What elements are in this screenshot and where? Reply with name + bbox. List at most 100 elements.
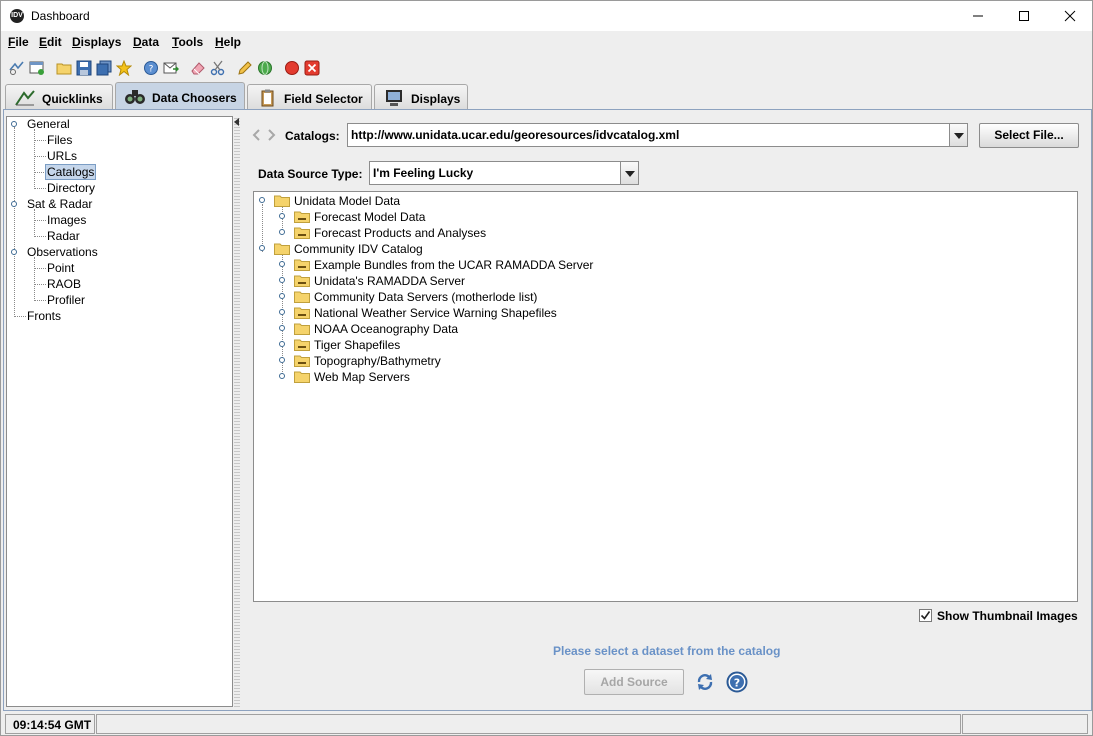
status-bar: 09:14:54 GMT bbox=[1, 713, 1092, 735]
tab-data-choosers[interactable]: Data Choosers bbox=[115, 82, 245, 110]
data-source-type-value: I'm Feeling Lucky bbox=[373, 166, 474, 180]
tree-node-radar[interactable]: Radar bbox=[47, 229, 80, 243]
menu-file[interactable]: File bbox=[8, 35, 29, 49]
tree-node-fronts[interactable]: Fronts bbox=[27, 309, 61, 323]
menu-help[interactable]: Help bbox=[215, 35, 241, 49]
catalog-node-community-idv-catalog[interactable]: Community IDV Catalog bbox=[294, 242, 423, 256]
catalog-node-web-map-servers[interactable]: Web Map Servers bbox=[314, 370, 410, 384]
svg-text:?: ? bbox=[734, 677, 740, 690]
tree-node-files[interactable]: Files bbox=[47, 133, 72, 147]
stop-record-icon[interactable] bbox=[284, 60, 300, 76]
chevron-down-icon[interactable] bbox=[620, 162, 638, 184]
dashboard-window: IDV Dashboard File Edit Displays Data To… bbox=[0, 0, 1093, 736]
collapse-left-icon[interactable] bbox=[234, 118, 239, 126]
cancel-x-icon[interactable] bbox=[304, 60, 320, 76]
svg-text:?: ? bbox=[149, 65, 154, 75]
menu-edit[interactable]: Edit bbox=[39, 35, 62, 49]
data-source-type-combo[interactable]: I'm Feeling Lucky bbox=[369, 161, 639, 185]
tree-node-profiler[interactable]: Profiler bbox=[47, 293, 85, 307]
save-icon[interactable] bbox=[76, 60, 92, 76]
scissors-icon[interactable] bbox=[210, 60, 226, 76]
tree-node-observations[interactable]: Observations bbox=[27, 245, 98, 259]
tree-node-general[interactable]: General bbox=[27, 117, 70, 131]
menu-tools[interactable]: Tools bbox=[172, 35, 203, 49]
close-button[interactable] bbox=[1047, 1, 1093, 31]
catalog-node-nws-shapefiles[interactable]: National Weather Service Warning Shapefi… bbox=[314, 306, 557, 320]
catalog-url-combo[interactable]: http://www.unidata.ucar.edu/georesources… bbox=[347, 123, 968, 147]
pencil-icon[interactable] bbox=[237, 60, 253, 76]
expand-toggle-sat-radar[interactable] bbox=[11, 201, 17, 207]
tree-node-sat-radar[interactable]: Sat & Radar bbox=[27, 197, 92, 211]
tab-displays[interactable]: Displays bbox=[374, 84, 468, 110]
expand-toggle-general[interactable] bbox=[11, 121, 17, 127]
eraser-icon[interactable] bbox=[190, 60, 206, 76]
catalog-node-ramadda-server[interactable]: Unidata's RAMADDA Server bbox=[314, 274, 465, 288]
catalog-node-example-bundles[interactable]: Example Bundles from the UCAR RAMADDA Se… bbox=[314, 258, 593, 272]
chevron-down-icon[interactable] bbox=[949, 124, 967, 146]
add-source-button[interactable]: Add Source bbox=[584, 669, 684, 695]
open-folder-icon[interactable] bbox=[56, 60, 72, 76]
tree-node-urls[interactable]: URLs bbox=[47, 149, 77, 163]
catalog-node-noaa-oceanography[interactable]: NOAA Oceanography Data bbox=[314, 322, 458, 336]
idv-app-icon: IDV bbox=[10, 9, 24, 23]
status-extra-cell bbox=[962, 714, 1088, 734]
forward-arrow-icon[interactable] bbox=[267, 128, 277, 142]
maximize-icon bbox=[1019, 11, 1029, 21]
expand-toggle-web-map-servers[interactable] bbox=[279, 373, 285, 379]
folder-icon bbox=[294, 371, 310, 383]
select-file-button[interactable]: Select File... bbox=[979, 123, 1079, 148]
show-thumbnails-label[interactable]: Show Thumbnail Images bbox=[937, 609, 1078, 623]
catalog-node-topography[interactable]: Topography/Bathymetry bbox=[314, 354, 441, 368]
tab-field-selector[interactable]: Field Selector bbox=[247, 84, 372, 110]
expand-toggle-community-idv-catalog[interactable] bbox=[259, 245, 265, 251]
expand-toggle-nws-shapefiles[interactable] bbox=[279, 309, 285, 315]
status-message-cell bbox=[96, 714, 961, 734]
help-icon[interactable]: ? bbox=[726, 671, 748, 693]
help-circle-icon[interactable]: ? bbox=[143, 60, 159, 76]
expand-toggle-noaa-oceanography[interactable] bbox=[279, 325, 285, 331]
data-explorer-icon[interactable] bbox=[9, 60, 25, 76]
expand-toggle-unidata-model-data[interactable] bbox=[259, 197, 265, 203]
catalog-node-forecast-products[interactable]: Forecast Products and Analyses bbox=[314, 226, 486, 240]
catalog-node-tiger-shapefiles[interactable]: Tiger Shapefiles bbox=[314, 338, 400, 352]
expand-toggle-observations[interactable] bbox=[11, 249, 17, 255]
show-thumbnails-checkbox[interactable] bbox=[919, 609, 932, 622]
data-folder-icon bbox=[294, 307, 310, 319]
menu-data[interactable]: Data bbox=[133, 35, 159, 49]
status-time: 09:14:54 GMT bbox=[13, 718, 92, 732]
catalog-node-unidata-model-data[interactable]: Unidata Model Data bbox=[294, 194, 400, 208]
tree-node-raob[interactable]: RAOB bbox=[47, 277, 81, 291]
data-folder-icon bbox=[294, 259, 310, 271]
folder-icon bbox=[294, 323, 310, 335]
minimize-button[interactable] bbox=[955, 1, 1001, 31]
catalog-node-forecast-model-data[interactable]: Forecast Model Data bbox=[314, 210, 425, 224]
expand-toggle-forecast-model-data[interactable] bbox=[279, 213, 285, 219]
globe-refresh-icon[interactable] bbox=[257, 60, 273, 76]
expand-toggle-forecast-products[interactable] bbox=[279, 229, 285, 235]
menu-bar: File Edit Displays Data Tools Help bbox=[1, 31, 1092, 53]
save-as-icon[interactable] bbox=[96, 60, 112, 76]
tree-node-point[interactable]: Point bbox=[47, 261, 74, 275]
data-source-type-label: Data Source Type: bbox=[258, 167, 363, 181]
expand-toggle-ramadda-server[interactable] bbox=[279, 277, 285, 283]
clipboard-icon bbox=[261, 89, 274, 107]
tree-node-images[interactable]: Images bbox=[47, 213, 86, 227]
export-mail-icon[interactable] bbox=[163, 60, 179, 76]
expand-toggle-tiger-shapefiles[interactable] bbox=[279, 341, 285, 347]
favorite-star-icon[interactable] bbox=[116, 60, 132, 76]
tab-quicklinks[interactable]: Quicklinks bbox=[5, 84, 113, 110]
panel-splitter[interactable] bbox=[234, 116, 240, 707]
tree-node-directory[interactable]: Directory bbox=[47, 181, 95, 195]
folder-icon bbox=[274, 243, 290, 255]
close-icon bbox=[1064, 10, 1076, 22]
tree-node-catalogs[interactable]: Catalogs bbox=[45, 164, 97, 180]
catalog-node-community-data-servers[interactable]: Community Data Servers (motherlode list) bbox=[314, 290, 537, 304]
refresh-icon[interactable] bbox=[694, 671, 716, 693]
expand-toggle-example-bundles[interactable] bbox=[279, 261, 285, 267]
new-window-icon[interactable] bbox=[29, 60, 45, 76]
maximize-button[interactable] bbox=[1001, 1, 1047, 31]
expand-toggle-topography[interactable] bbox=[279, 357, 285, 363]
back-arrow-icon[interactable] bbox=[251, 128, 261, 142]
expand-toggle-community-data-servers[interactable] bbox=[279, 293, 285, 299]
menu-displays[interactable]: Displays bbox=[72, 35, 121, 49]
